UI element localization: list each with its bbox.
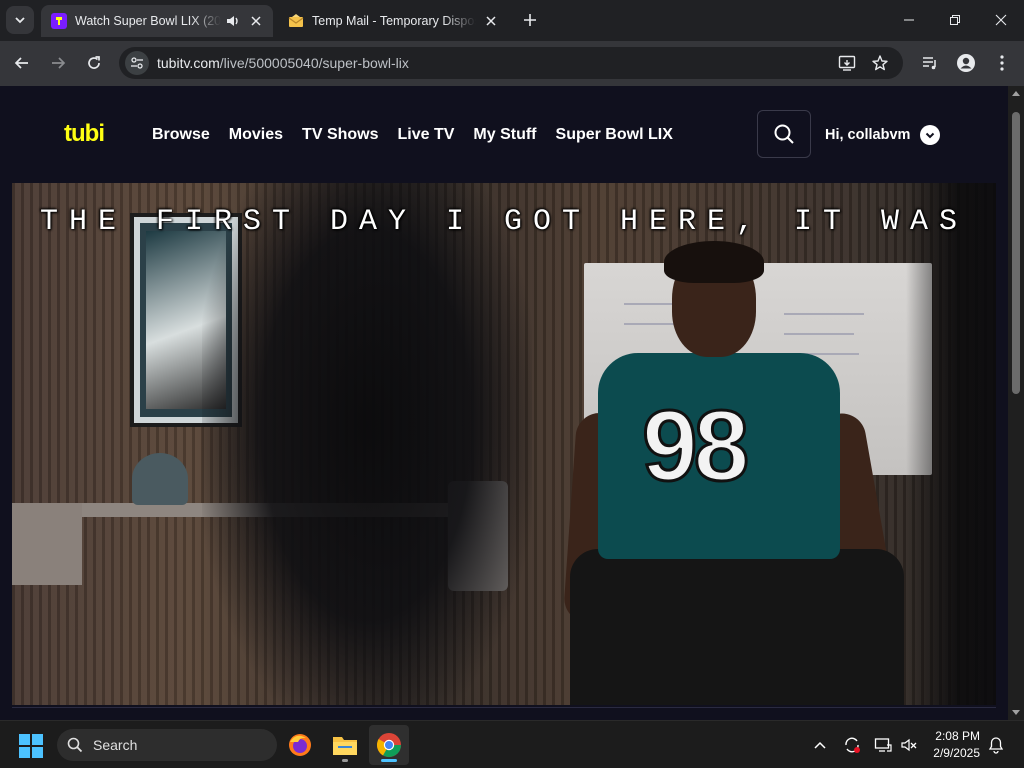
envelope-icon [288, 13, 304, 29]
taskbar-search-placeholder: Search [93, 737, 138, 753]
profile-button[interactable] [952, 49, 980, 77]
below-video-area [0, 705, 1008, 720]
tubi-favicon-icon [51, 13, 67, 29]
video-vignette [906, 183, 996, 705]
player-hair [664, 241, 764, 283]
minimize-icon [904, 19, 914, 21]
nav-tv-shows[interactable]: TV Shows [302, 126, 378, 144]
site-info-icon[interactable] [125, 51, 149, 75]
nav-live-tv[interactable]: Live TV [398, 126, 455, 144]
display-icon[interactable] [873, 735, 893, 755]
tubi-search-button[interactable] [757, 110, 811, 158]
account-greeting[interactable]: Hi, collabvm [825, 127, 910, 143]
sync-icon[interactable] [842, 735, 862, 755]
scrollbar-thumb[interactable] [1012, 112, 1020, 394]
more-vertical-icon [1000, 55, 1004, 71]
page-viewport: tubi Browse Movies TV Shows Live TV My S… [0, 86, 1008, 720]
closed-caption: THE FIRST DAY I GOT HERE, IT WAS [39, 205, 969, 239]
file-explorer-taskbar-icon[interactable] [325, 725, 365, 765]
running-indicator [342, 759, 348, 762]
jersey-number: 98 [640, 389, 750, 504]
tubi-header: tubi Browse Movies TV Shows Live TV My S… [0, 86, 1008, 183]
nav-super-bowl[interactable]: Super Bowl LIX [556, 126, 673, 144]
close-icon [995, 14, 1007, 26]
firefox-taskbar-icon[interactable] [280, 725, 320, 765]
reload-button[interactable] [80, 49, 108, 77]
nav-my-stuff[interactable]: My Stuff [473, 126, 536, 144]
tab-super-bowl[interactable]: Watch Super Bowl LIX (2025 [41, 5, 273, 37]
windows-start-icon[interactable] [18, 733, 44, 759]
taskbar-search-box[interactable]: Search [57, 729, 277, 761]
plus-icon [524, 14, 536, 26]
url-path: /live/500005040/super-bowl-lix [219, 55, 409, 71]
nav-movies[interactable]: Movies [229, 126, 283, 144]
browser-toolbar: tubitv.com/live/500005040/super-bowl-lix [0, 41, 1024, 86]
system-clock[interactable]: 2:08 PM 2/9/2025 [926, 728, 980, 762]
bookmark-star-icon[interactable] [868, 51, 892, 75]
clock-time: 2:08 PM [935, 729, 980, 743]
profile-icon [957, 54, 975, 72]
tubi-main-nav: Browse Movies TV Shows Live TV My Stuff … [152, 126, 692, 144]
url-text: tubitv.com/live/500005040/super-bowl-lix [157, 55, 409, 71]
football-player: 98 [560, 241, 930, 705]
scroll-up-arrow-icon[interactable] [1008, 86, 1024, 100]
arrow-left-icon [14, 57, 28, 69]
nav-browse[interactable]: Browse [152, 126, 210, 144]
tubi-logo-text: tubi [64, 121, 104, 147]
address-bar[interactable]: tubitv.com/live/500005040/super-bowl-lix [119, 47, 903, 79]
forward-button[interactable] [44, 49, 72, 77]
divider [12, 707, 996, 708]
windows-taskbar: Search 2:08 PM 2/9/2025 [0, 720, 1024, 768]
url-host: tubitv.com [157, 55, 220, 71]
chrome-taskbar-icon[interactable] [369, 725, 409, 765]
back-button[interactable] [8, 49, 36, 77]
chair [12, 503, 82, 585]
restore-icon [950, 15, 960, 25]
player-shorts [570, 549, 904, 705]
helmet [132, 453, 188, 505]
volume-muted-icon[interactable] [899, 735, 919, 755]
tab-temp-mail[interactable]: Temp Mail - Temporary Disposable [278, 5, 508, 37]
search-icon [774, 124, 794, 144]
scroll-down-arrow-icon[interactable] [1008, 706, 1024, 720]
notifications-bell-icon[interactable] [986, 735, 1006, 755]
account-menu-toggle[interactable] [920, 125, 940, 145]
chevron-down-icon [15, 17, 25, 24]
chrome-menu-button[interactable] [988, 49, 1016, 77]
install-app-icon[interactable] [835, 51, 859, 75]
new-tab-button[interactable] [519, 9, 541, 31]
active-indicator [381, 759, 397, 762]
tubi-logo[interactable]: tubi [64, 121, 122, 147]
arrow-right-icon [52, 57, 66, 69]
tab-title: Temp Mail - Temporary Disposable [312, 14, 476, 28]
tab-search-button[interactable] [6, 6, 34, 34]
search-icon [67, 737, 83, 753]
close-window-button[interactable] [978, 0, 1024, 40]
speaker-icon[interactable] [225, 13, 241, 29]
close-tab-icon[interactable] [482, 12, 500, 30]
browser-tab-strip: Watch Super Bowl LIX (2025 Temp Mail - T… [0, 0, 1024, 41]
page-scrollbar[interactable] [1008, 86, 1024, 720]
playlist-icon [923, 57, 936, 70]
reload-icon [88, 56, 100, 69]
clock-date: 2/9/2025 [933, 746, 980, 760]
close-tab-icon[interactable] [247, 12, 265, 30]
show-hidden-icons-chevron-icon[interactable] [810, 735, 830, 755]
minimize-button[interactable] [886, 0, 932, 40]
blurred-foreground [202, 183, 532, 705]
chevron-down-icon [925, 132, 935, 139]
tab-title: Watch Super Bowl LIX (2025 [75, 14, 221, 28]
video-player[interactable]: 98 THE FIRST DAY I GOT HERE, IT WAS [12, 183, 996, 705]
media-controls-button[interactable] [916, 49, 944, 77]
restore-button[interactable] [932, 0, 978, 40]
